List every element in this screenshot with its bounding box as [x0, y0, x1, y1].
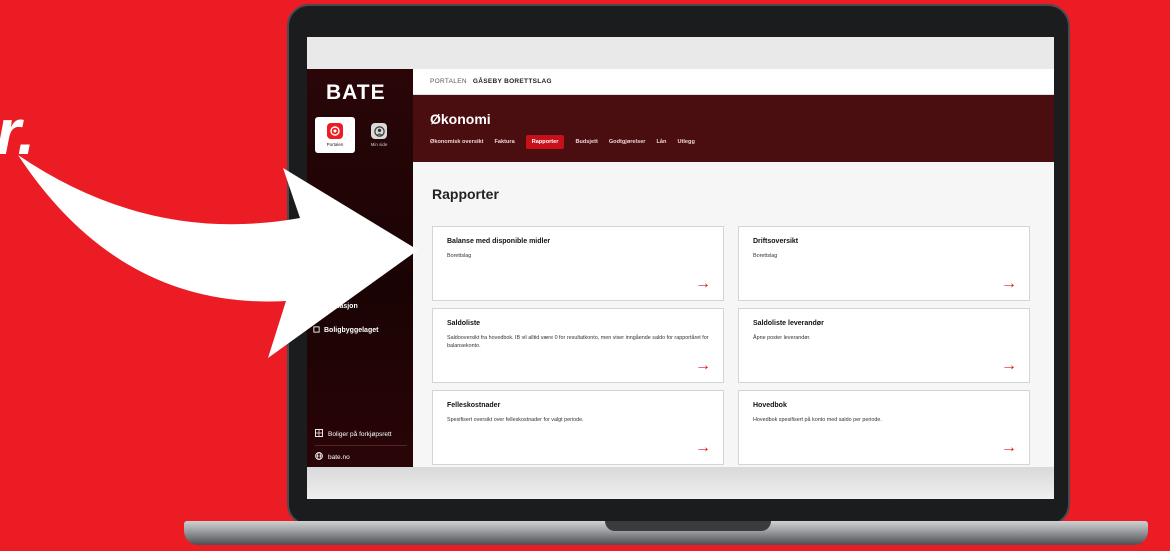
user-icon	[371, 123, 387, 139]
laptop-notch	[605, 521, 771, 531]
sidebar-nav: ...munikasjon Boligbyggelaget	[313, 303, 378, 351]
arrow-right-icon: →	[695, 357, 711, 374]
browser-bottom-bar	[307, 467, 1054, 499]
tab-budsjett[interactable]: Budsjett	[575, 136, 597, 148]
tab-rapporter[interactable]: Rapporter	[525, 135, 565, 149]
card-title: Felleskostnader	[447, 402, 501, 409]
card-description: Hovedbok spesifisert på konto med saldo …	[753, 417, 882, 423]
card-description: Saldooversikt fra hovedbok. IB vil allti…	[447, 335, 709, 349]
page-title: Rapporter	[432, 186, 499, 202]
report-card-hovedbok[interactable]: Hovedbok Hovedbok spesifisert på konto m…	[738, 390, 1030, 465]
tile-min-side[interactable]: Min side	[359, 117, 399, 153]
card-title: Saldoliste leverandør	[753, 320, 824, 327]
brand-logo[interactable]: BATE	[326, 81, 386, 105]
section-title: Økonomi	[430, 111, 491, 127]
tile-label: Min side	[370, 142, 388, 147]
card-description: Borettslag	[447, 253, 472, 259]
arrow-right-icon: →	[1001, 275, 1017, 292]
card-title: Hovedbok	[753, 402, 787, 409]
sidebar-tiles: Portalen Min side	[315, 117, 399, 153]
grid-icon	[315, 429, 323, 439]
report-card-balanse[interactable]: Balanse med disponible midler Borettslag…	[432, 226, 724, 301]
arrow-right-icon: →	[695, 275, 711, 292]
section-header: Økonomi Økonomisk oversikt Faktura Rappo…	[413, 95, 1054, 162]
card-description: Åpne poster leverandør.	[753, 335, 811, 341]
tab-okonomisk-oversikt[interactable]: Økonomisk oversikt	[430, 136, 483, 148]
globe-icon	[315, 452, 323, 462]
report-card-driftsoversikt[interactable]: Driftsoversikt Borettslag →	[738, 226, 1030, 301]
tab-lan[interactable]: Lån	[657, 136, 667, 148]
sidebar-item-label: ...munikasjon	[313, 303, 358, 310]
tile-label: Portalen	[326, 142, 344, 147]
tab-godtgjorelser[interactable]: Godtgjørelser	[609, 136, 646, 148]
sidebar-item-boligbyggelaget[interactable]: Boligbyggelaget	[313, 326, 378, 335]
browser-top-bar	[307, 37, 1054, 69]
card-title: Driftsoversikt	[753, 238, 799, 245]
breadcrumb: PORTALEN GÅSEBY BORETTSLAG	[413, 69, 1054, 95]
report-card-saldoliste[interactable]: Saldoliste Saldooversikt fra hovedbok. I…	[432, 308, 724, 383]
report-card-saldoliste-leverandor[interactable]: Saldoliste leverandør Åpne poster levera…	[738, 308, 1030, 383]
main-content: Rapporter Balanse med disponible midler …	[413, 162, 1054, 467]
arrow-right-icon: →	[1001, 439, 1017, 456]
card-description: Spesifisert oversikt over felleskostnade…	[447, 417, 584, 423]
tab-utlegg[interactable]: Utlegg	[677, 136, 694, 148]
report-card-felleskostnader[interactable]: Felleskostnader Spesifisert oversikt ove…	[432, 390, 724, 465]
sidebar: BATE Portalen Min side ...munikasjon Bol…	[307, 69, 413, 469]
building-icon	[313, 326, 320, 335]
breadcrumb-root[interactable]: PORTALEN	[430, 78, 467, 85]
tile-portalen[interactable]: Portalen	[315, 117, 355, 153]
link-label: Boliger på forkjøpsrett	[328, 430, 392, 438]
tab-faktura[interactable]: Faktura	[494, 136, 514, 148]
portal-icon	[327, 123, 343, 139]
laptop-screen: BATE Portalen Min side ...munikasjon Bol…	[307, 37, 1054, 499]
card-description: Borettslag	[753, 253, 778, 259]
link-boliger-forkjopsrett[interactable]: Boliger på forkjøpsrett	[315, 429, 407, 446]
card-title: Balanse med disponible midler	[447, 238, 551, 245]
link-label: bate.no	[328, 453, 350, 461]
arrow-right-icon: →	[695, 439, 711, 456]
sidebar-item-kommunikasjon[interactable]: ...munikasjon	[313, 303, 378, 310]
tab-bar: Økonomisk oversikt Faktura Rapporter Bud…	[430, 135, 695, 149]
card-title: Saldoliste	[447, 320, 481, 327]
breadcrumb-current: GÅSEBY BORETTSLAG	[472, 78, 552, 85]
background-text-fragment: r.	[0, 96, 36, 168]
arrow-right-icon: →	[1001, 357, 1017, 374]
sidebar-item-label: Boligbyggelaget	[324, 327, 379, 334]
